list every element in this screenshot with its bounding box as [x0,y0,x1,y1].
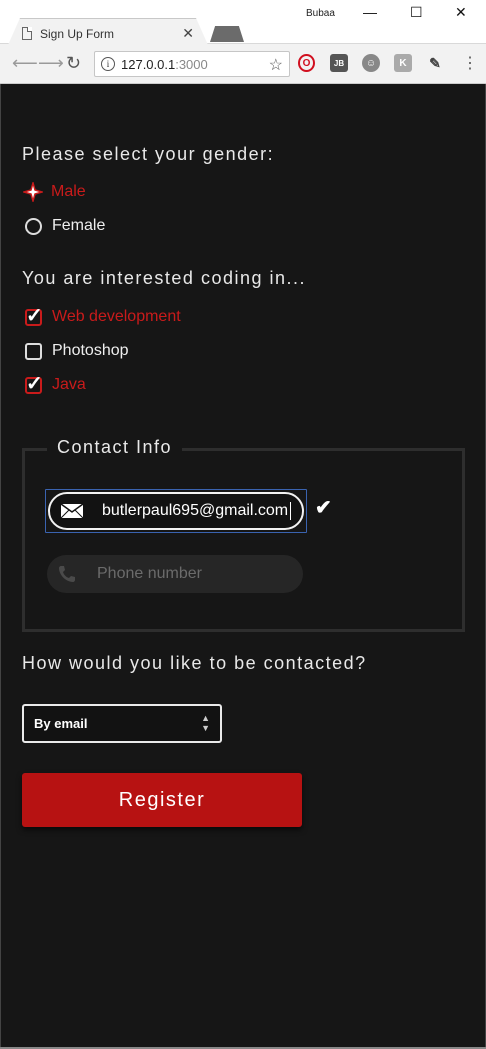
tab-close-icon[interactable]: ✕ [182,25,194,42]
eyedropper-icon[interactable]: ✎ [426,54,444,72]
checkbox-checked[interactable]: ✓ [25,305,43,327]
text-caret [290,502,292,520]
interest-option-java[interactable]: ✓ Java [25,373,86,395]
email-focus-ring: butlerpaul695@gmail.com [45,489,307,533]
jb-icon[interactable]: JB [330,54,348,72]
contact-method-select[interactable]: By email ▲ ▼ [22,704,222,743]
contact-method-question: How would you like to be contacted? [22,653,367,673]
contact-info-legend: Contact Info [47,437,183,458]
forward-icon[interactable]: ⟶ [38,53,64,74]
interest-label-web: Web development [52,308,181,325]
contact-method-selected: By email [34,716,88,731]
menu-icon[interactable]: ⋮ [462,53,478,73]
interests-question: You are interested coding in... [22,268,306,288]
url-host: 127.0.0.1 [121,56,176,72]
envelope-icon [60,503,84,519]
checkbox[interactable] [25,342,42,360]
phone-field[interactable]: Phone number [47,555,303,593]
smiley-icon[interactable]: ☺ [362,54,380,72]
select-arrows-icon: ▲ ▼ [201,713,210,733]
close-window-button[interactable]: ✕ [455,4,467,21]
interest-option-web[interactable]: ✓ Web development [25,305,181,327]
interest-option-photoshop[interactable]: Photoshop [25,342,129,360]
title-bar: Sign Up Form ✕ Bubaa — ☐ ✕ [0,0,486,45]
url-port: :3000 [175,56,208,72]
minimize-button[interactable]: — [363,4,377,20]
phone-placeholder: Phone number [97,565,202,582]
info-icon[interactable]: i [101,57,115,71]
browser-toolbar: ⟵ ⟶ ↻ i 127.0.0.1:3000 ☆ O JB ☺ K ✎ ⋮ [0,44,486,84]
contact-info-fieldset: Contact Info butlerpaul695@gmail.com ✔ P… [22,437,465,632]
valid-checkmark-icon: ✔ [315,497,332,519]
sign-up-page: Please select your gender: Male Female Y… [0,84,486,1047]
browser-tab[interactable]: Sign Up Form ✕ [8,18,208,45]
opera-icon[interactable]: O [298,54,315,72]
checkmark-icon: ✓ [26,304,43,327]
checkmark-icon: ✓ [26,372,43,395]
maximize-button[interactable]: ☐ [410,4,423,21]
radio-selected-icon[interactable] [23,182,43,202]
bookmark-star-icon[interactable]: ☆ [269,55,283,75]
interest-label-java: Java [52,376,86,393]
reload-icon[interactable]: ↻ [66,53,81,74]
gender-option-female[interactable]: Female [25,217,105,235]
profile-name[interactable]: Bubaa [306,8,335,19]
email-value: butlerpaul695@gmail.com [102,502,289,519]
register-button[interactable]: Register [22,773,302,827]
email-field[interactable]: butlerpaul695@gmail.com [48,492,304,530]
k-icon[interactable]: K [394,54,412,72]
checkbox-checked[interactable]: ✓ [25,373,43,395]
interest-label-photoshop: Photoshop [52,342,129,359]
tab-title: Sign Up Form [40,26,115,41]
gender-label-female: Female [52,217,106,234]
gender-option-male[interactable]: Male [23,182,86,202]
document-icon [22,27,32,40]
gender-label-male: Male [51,183,86,200]
back-icon[interactable]: ⟵ [12,53,38,74]
address-bar[interactable]: i 127.0.0.1:3000 ☆ [94,51,290,77]
new-tab-button[interactable] [210,26,244,42]
radio-button[interactable] [25,217,42,235]
gender-question: Please select your gender: [22,144,275,164]
phone-icon [59,566,75,582]
